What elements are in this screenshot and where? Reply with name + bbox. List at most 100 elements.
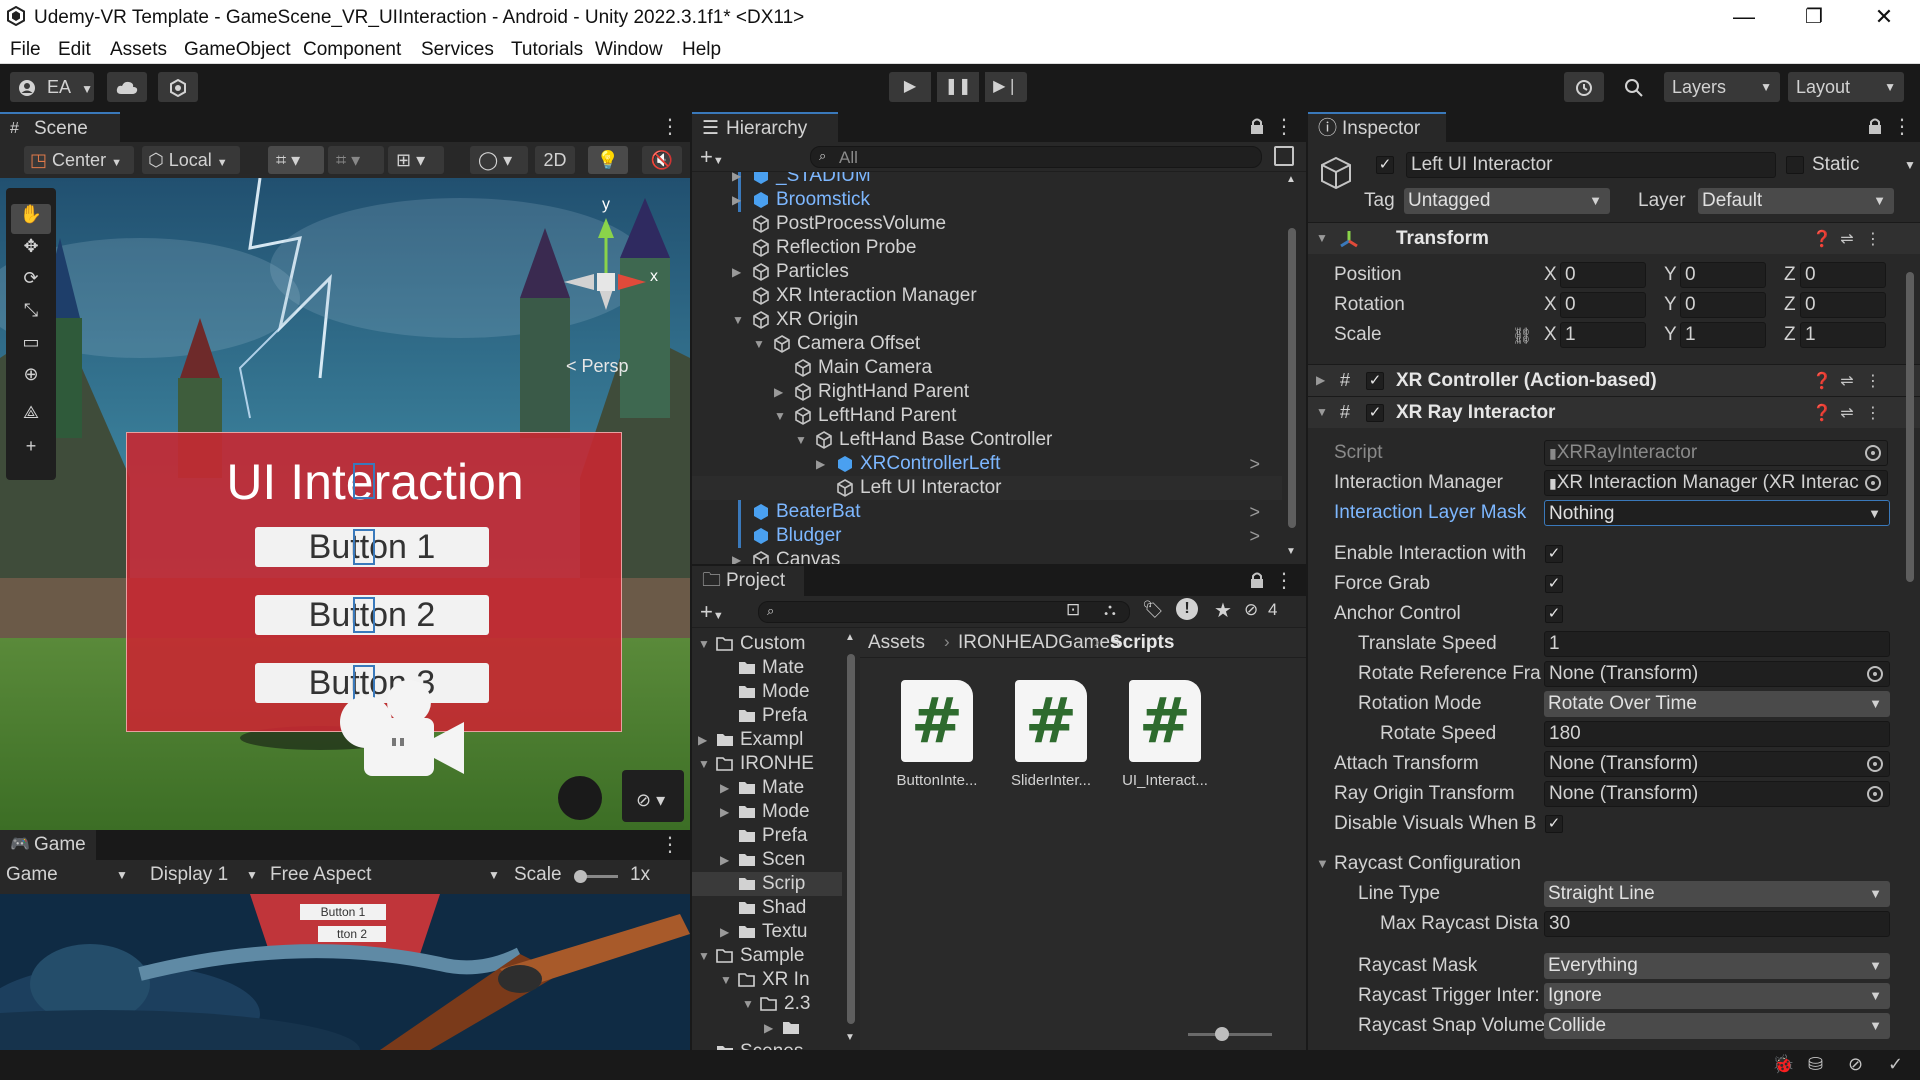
disable-visuals-checkbox[interactable]: ✓ — [1545, 815, 1563, 833]
create-asset-button[interactable]: +▼ — [700, 599, 724, 625]
step-button[interactable]: ▶❘ — [985, 72, 1027, 102]
scale-slider[interactable] — [574, 870, 618, 883]
static-checkbox[interactable] — [1786, 156, 1804, 174]
project-folder-item[interactable]: ▼ Sample — [692, 944, 842, 968]
project-tree-scrollbar-thumb[interactable] — [847, 654, 855, 1024]
project-folder-item[interactable]: ▼ 2.3 — [692, 992, 842, 1016]
axis-x-label[interactable]: X — [1544, 322, 1557, 348]
tab-inspector[interactable]: ⓘ Inspector — [1308, 112, 1446, 142]
collapse-arrow-icon[interactable]: ▼ — [720, 968, 732, 992]
transform-y-field[interactable]: 1 — [1680, 322, 1766, 348]
project-folder-item[interactable]: Mate — [692, 656, 842, 680]
hierarchy-scrollbar[interactable]: ▲ ▼ — [1284, 174, 1300, 564]
hidden-packages-icon[interactable]: ⊘ — [1244, 600, 1258, 620]
project-folder-item[interactable]: Prefa — [692, 704, 842, 728]
hierarchy-item[interactable]: Bludger > — [692, 524, 1282, 548]
breadcrumb-scripts[interactable]: Scripts — [1110, 632, 1174, 654]
open-prefab-chevron-icon[interactable]: > — [1249, 524, 1260, 548]
progress-check-icon[interactable]: ✓ — [1888, 1054, 1903, 1075]
shading-mode-dropdown[interactable]: ◯ ▾ — [470, 146, 528, 174]
hierarchy-item[interactable]: ▼ XR Origin — [692, 308, 1282, 332]
project-folder-item[interactable]: ▶ Mode — [692, 800, 842, 824]
xr-controller-component-header[interactable]: ▶ # ✓ XR Controller (Action-based) ❓ ⇌ ⋮ — [1308, 364, 1920, 396]
2d-toggle-button[interactable]: 2D — [535, 146, 575, 174]
transform-component-header[interactable]: ▼ Transform ❓ ⇌ ⋮ — [1308, 222, 1920, 254]
tab-hierarchy[interactable]: ☰ Hierarchy — [692, 112, 838, 142]
project-folder-item[interactable]: Shad — [692, 896, 842, 920]
hierarchy-item[interactable]: BeaterBat > — [692, 500, 1282, 524]
hierarchy-search-input[interactable]: ⌕ All — [810, 146, 1262, 168]
object-picker-icon[interactable] — [1867, 666, 1883, 682]
transform-z-field[interactable]: 1 — [1800, 322, 1886, 348]
xr-ray-interactor-component-header[interactable]: ▼ # ✓ XR Ray Interactor ❓ ⇌ ⋮ — [1308, 396, 1920, 428]
presets-icon[interactable]: ⇌ — [1838, 403, 1856, 423]
help-icon[interactable]: ❓ — [1812, 403, 1832, 423]
hierarchy-item[interactable]: XR Interaction Manager — [692, 284, 1282, 308]
object-picker-icon[interactable] — [1867, 756, 1883, 772]
project-folder-item[interactable]: Scenes — [692, 1040, 842, 1050]
debug-icon[interactable]: 🐞 — [1772, 1054, 1794, 1075]
project-tree-scrollbar[interactable]: ▲ ▼ — [844, 628, 858, 1050]
transform-y-field[interactable]: 0 — [1680, 292, 1766, 318]
display-dropdown[interactable]: Display 1 — [150, 864, 228, 886]
filter-type-icon[interactable]: ⛬ — [1104, 600, 1116, 620]
collapse-arrow-icon[interactable]: ▼ — [795, 428, 809, 452]
expand-arrow-icon[interactable]: ▶ — [732, 260, 746, 284]
layout-dropdown[interactable]: Layout ▼ — [1788, 72, 1904, 102]
presets-icon[interactable]: ⇌ — [1838, 229, 1856, 249]
hierarchy-item[interactable]: ▶ Broomstick — [692, 188, 1282, 212]
attach-transform-field[interactable]: None (Transform) — [1544, 751, 1890, 777]
close-button[interactable]: ✕ — [1856, 2, 1912, 32]
hierarchy-item[interactable]: Reflection Probe — [692, 236, 1282, 260]
component-menu-icon[interactable]: ⋮ — [1864, 229, 1882, 249]
label-icon[interactable]: 🏷 — [1142, 600, 1164, 620]
menu-component[interactable]: Component — [303, 39, 401, 61]
open-prefab-chevron-icon[interactable]: > — [1249, 500, 1260, 524]
expand-arrow-icon[interactable]: ▶ — [732, 548, 746, 564]
transform-x-field[interactable]: 0 — [1560, 292, 1646, 318]
grid-visibility-button[interactable]: ⊞ ▾ — [388, 146, 444, 174]
add-tool-button[interactable]: + — [11, 436, 51, 466]
raycast-configuration-foldout[interactable]: Raycast Configuration — [1334, 851, 1521, 877]
expand-arrow-icon[interactable]: ▶ — [720, 776, 729, 800]
interaction-manager-field[interactable]: ▮XR Interaction Manager (XR Interac — [1544, 470, 1888, 496]
lighting-toggle-button[interactable]: 💡 — [588, 146, 628, 174]
game-viewport[interactable]: Button 1 tton 2 — [0, 894, 690, 1050]
menu-gameobject[interactable]: GameObject — [184, 39, 291, 61]
tag-dropdown[interactable]: Untagged ▼ — [1404, 188, 1610, 214]
object-active-checkbox[interactable]: ✓ — [1376, 156, 1394, 174]
axis-x-label[interactable]: X — [1544, 262, 1557, 288]
hierarchy-item[interactable]: PostProcessVolume — [692, 212, 1282, 236]
aspect-dropdown[interactable]: Free Aspect — [270, 864, 371, 886]
object-picker-icon[interactable] — [1867, 786, 1883, 802]
collapse-arrow-icon[interactable]: ▼ — [698, 944, 710, 968]
game-ui-button-1[interactable]: Button 1 — [300, 904, 386, 920]
force-grab-checkbox[interactable]: ✓ — [1545, 575, 1563, 593]
hierarchy-item[interactable]: ▶ XRControllerLeft > — [692, 452, 1282, 476]
transform-x-field[interactable]: 1 — [1560, 322, 1646, 348]
audio-toggle-button[interactable]: 🔇 — [642, 146, 682, 174]
game-mode-dropdown[interactable]: Game — [6, 864, 58, 886]
menu-edit[interactable]: Edit — [58, 39, 91, 61]
local-space-dropdown[interactable]: ⬡ Local ▼ — [142, 146, 240, 174]
project-folder-item[interactable]: ▶ Mate — [692, 776, 842, 800]
menu-window[interactable]: Window — [595, 39, 663, 61]
axis-y-label[interactable]: Y — [1664, 292, 1677, 318]
ray-origin-field[interactable]: None (Transform) — [1544, 781, 1890, 807]
open-prefab-chevron-icon[interactable]: > — [1249, 452, 1260, 476]
layer-dropdown[interactable]: Default ▼ — [1698, 188, 1894, 214]
enable-interaction-checkbox[interactable]: ✓ — [1545, 545, 1563, 563]
project-folder-item[interactable]: ▶ Exampl — [692, 728, 842, 752]
script-asset-uiinteraction[interactable]: # UI_Interact... — [1110, 680, 1220, 789]
project-folder-item[interactable]: ▼ IRONHE — [692, 752, 842, 776]
help-icon[interactable]: ❓ — [1812, 371, 1832, 391]
menu-services[interactable]: Services — [421, 39, 494, 61]
layers-dropdown[interactable]: Layers ▼ — [1664, 72, 1780, 102]
lock-icon[interactable] — [1866, 117, 1884, 135]
expand-arrow-icon[interactable]: ▶ — [720, 800, 729, 824]
hierarchy-item[interactable]: ▶ _STADIUM — [692, 172, 1282, 188]
project-folder-item[interactable]: Mode — [692, 680, 842, 704]
icon-size-slider-thumb[interactable] — [1214, 1027, 1229, 1041]
more-options-icon[interactable]: ⋮ — [660, 834, 680, 856]
menu-tutorials[interactable]: Tutorials — [511, 39, 583, 61]
